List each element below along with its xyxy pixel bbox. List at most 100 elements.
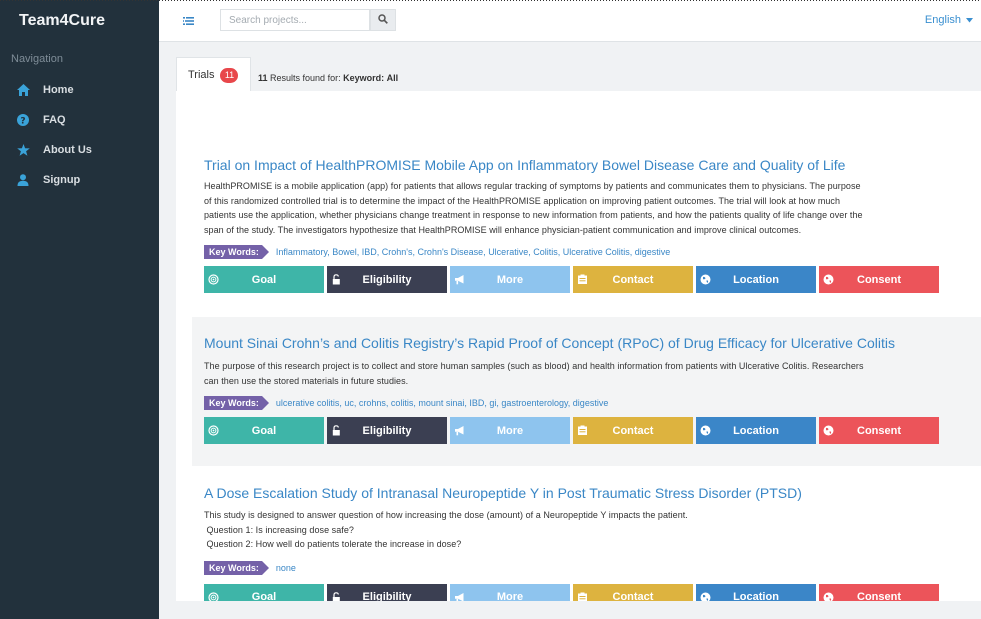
location-button[interactable]: Location	[696, 583, 816, 601]
trial-description: HealthPROMISE is a mobile application (a…	[204, 179, 969, 237]
trial-title[interactable]: Mount Sinai Crohn’s and Colitis Registry…	[204, 335, 969, 352]
goal-button[interactable]: Goal	[204, 583, 324, 601]
eligibility-button-label: Eligibility	[362, 424, 412, 437]
goal-button-label: Goal	[251, 591, 277, 601]
keywords-list[interactable]: Inflammatory, Bowel, IBD, Crohn's, Crohn…	[276, 247, 670, 257]
globe-icon	[700, 274, 711, 285]
question-icon: ?	[0, 114, 43, 126]
megaphone-icon	[454, 274, 465, 285]
contact-button-label: Contact	[612, 424, 654, 437]
tab-trials[interactable]: Trials 11	[176, 57, 251, 92]
description-line: Question 2: How well do patients tolerat…	[204, 539, 462, 549]
more-button[interactable]: More	[450, 583, 570, 601]
trial-title[interactable]: A Dose Escalation Study of Intranasal Ne…	[204, 485, 969, 502]
menu-toggle-icon[interactable]	[181, 13, 197, 29]
contact-button[interactable]: Contact	[573, 417, 693, 444]
more-button-label: More	[496, 591, 524, 601]
trial-actions: Goal Eligibility More Contact Location C…	[204, 417, 969, 444]
search-icon	[378, 11, 388, 29]
sidebar: Team4Cure Navigation Home ? FAQ About Us…	[0, 0, 159, 619]
top-header: English	[159, 0, 981, 42]
keywords-list[interactable]: none	[276, 563, 296, 573]
consent-button-label: Consent	[857, 424, 901, 437]
top-border	[0, 0, 981, 1]
eligibility-button[interactable]: Eligibility	[327, 583, 447, 601]
language-dropdown[interactable]: English	[925, 14, 973, 26]
goal-button-label: Goal	[251, 273, 277, 286]
eligibility-button-label: Eligibility	[362, 273, 412, 286]
consent-button[interactable]: Consent	[819, 266, 939, 293]
location-button-label: Location	[733, 424, 779, 437]
search-button[interactable]	[370, 9, 396, 31]
eligibility-button[interactable]: Eligibility	[327, 417, 447, 444]
trials-list: Trial on Impact of HealthPROMISE Mobile …	[176, 91, 981, 601]
sidebar-item-faq[interactable]: ? FAQ	[0, 107, 159, 133]
sidebar-item-home[interactable]: Home	[0, 77, 159, 103]
keywords-row: Key Words: Inflammatory, Bowel, IBD, Cro…	[204, 245, 969, 259]
sidebar-item-label: FAQ	[43, 114, 66, 126]
trial-description: The purpose of this research project is …	[204, 359, 969, 388]
results-found-text: Results found for:	[270, 73, 341, 83]
trials-count-badge: 11	[220, 67, 239, 83]
keywords-label: Key Words:	[204, 396, 269, 410]
trial-card: Mount Sinai Crohn’s and Colitis Registry…	[192, 317, 981, 466]
consent-button-label: Consent	[857, 273, 901, 286]
contact-card-icon	[577, 592, 588, 601]
star-icon	[0, 144, 43, 156]
location-button[interactable]: Location	[696, 417, 816, 444]
brand-logo[interactable]: Team4Cure	[19, 12, 105, 30]
tab-label: Trials	[188, 69, 215, 81]
goal-button-label: Goal	[251, 424, 277, 437]
search-input[interactable]	[220, 9, 370, 31]
results-keyword-value: All	[386, 73, 399, 83]
language-label: English	[924, 14, 961, 26]
sidebar-item-label: Signup	[43, 174, 81, 186]
consent-button-label: Consent	[857, 591, 901, 601]
globe-icon	[823, 592, 834, 601]
more-button-label: More	[496, 273, 524, 286]
eligibility-button[interactable]: Eligibility	[327, 266, 447, 293]
trial-card: Trial on Impact of HealthPROMISE Mobile …	[192, 157, 981, 293]
consent-button[interactable]: Consent	[819, 417, 939, 444]
goal-button[interactable]: Goal	[204, 266, 324, 293]
goal-button[interactable]: Goal	[204, 417, 324, 444]
globe-icon	[823, 274, 834, 285]
keywords-label: Key Words:	[204, 245, 269, 259]
description-line: span of the study. The investigators hyp…	[204, 224, 802, 235]
globe-icon	[823, 425, 834, 436]
results-summary: 11 Results found for: Keyword: All	[258, 73, 398, 83]
target-icon	[208, 425, 219, 436]
unlock-icon	[331, 591, 342, 601]
sidebar-item-signup[interactable]: Signup	[0, 167, 159, 193]
description-line: patients use the application, whether ph…	[204, 210, 863, 220]
sidebar-item-label: Home	[43, 84, 74, 96]
trial-card: A Dose Escalation Study of Intranasal Ne…	[192, 485, 981, 601]
more-button[interactable]: More	[450, 417, 570, 444]
consent-button[interactable]: Consent	[819, 583, 939, 601]
contact-button[interactable]: Contact	[573, 266, 693, 293]
trial-actions: Goal Eligibility More Contact Location C…	[204, 583, 969, 601]
location-button[interactable]: Location	[696, 266, 816, 293]
results-keyword-label: Keyword:	[343, 73, 385, 83]
contact-button[interactable]: Contact	[573, 583, 693, 601]
keywords-row: Key Words: ulcerative colitis, uc, crohn…	[204, 396, 969, 410]
target-icon	[208, 591, 219, 601]
sidebar-item-about-us[interactable]: About Us	[0, 137, 159, 163]
keywords-label: Key Words:	[204, 560, 269, 575]
target-icon	[208, 274, 219, 285]
sidebar-item-label: About Us	[43, 144, 92, 156]
more-button[interactable]: More	[450, 266, 570, 293]
trial-title[interactable]: Trial on Impact of HealthPROMISE Mobile …	[204, 157, 969, 174]
contact-button-label: Contact	[612, 273, 654, 286]
description-line: This study is designed to answer questio…	[204, 510, 688, 520]
results-count: 11	[258, 73, 268, 83]
keywords-list[interactable]: ulcerative colitis, uc, crohns, colitis,…	[276, 398, 608, 408]
location-button-label: Location	[733, 591, 779, 601]
caret-down-icon	[966, 14, 973, 26]
contact-button-label: Contact	[612, 591, 654, 601]
contact-card-icon	[577, 425, 588, 436]
trial-description: This study is designed to answer questio…	[204, 508, 969, 552]
more-button-label: More	[496, 424, 524, 437]
description-line: of this randomized controlled trial is t…	[204, 195, 841, 206]
location-button-label: Location	[733, 273, 779, 286]
